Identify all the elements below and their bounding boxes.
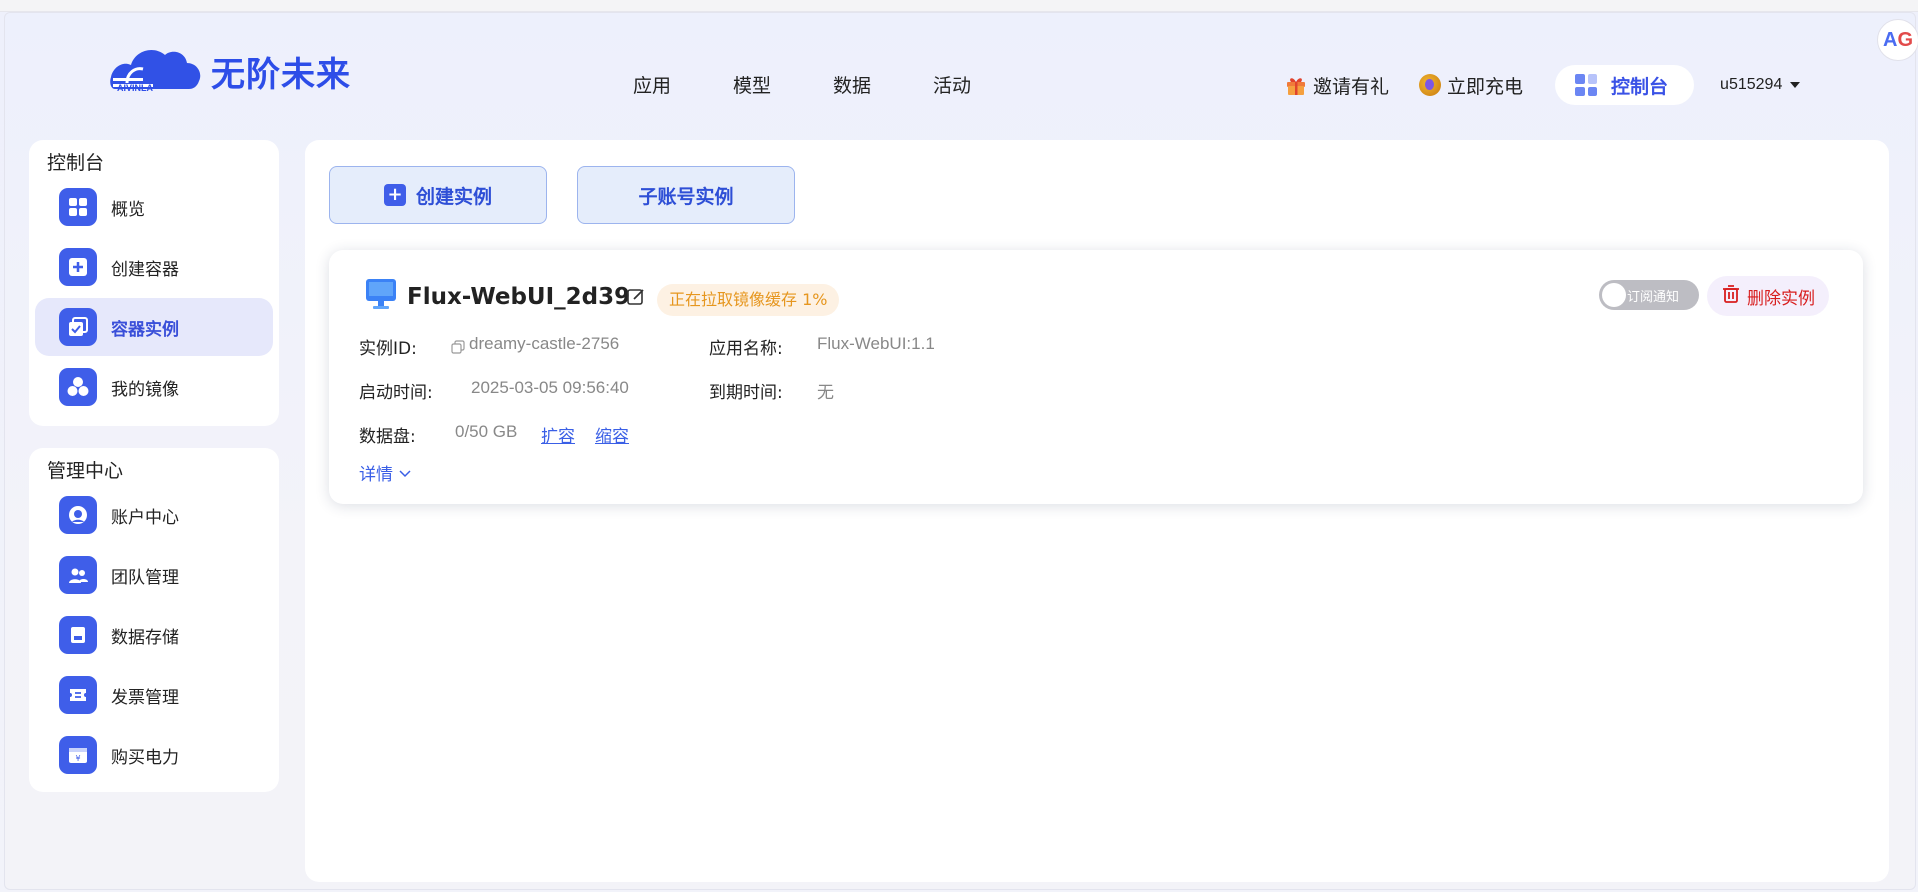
invite-label: 邀请有礼	[1313, 75, 1390, 98]
sidebar-manage-panel: 管理中心 账户中心 团队管理 数据存储 发票管理 ¥ 购买电力	[29, 448, 279, 792]
badge-letter-a: A	[1882, 28, 1898, 51]
status-badge: 正在拉取镜像缓存 1%	[657, 284, 840, 316]
sidebar-item-label: 账户中心	[111, 507, 179, 528]
toggle-knob	[1602, 283, 1626, 307]
gift-icon	[1285, 74, 1307, 96]
user-menu[interactable]: u515294	[1720, 76, 1801, 94]
coin-icon	[1419, 74, 1442, 96]
sidebar-item-label: 我的镜像	[111, 379, 179, 400]
create-instance-label: 创建实例	[415, 185, 492, 208]
top-header: AIVINLA 无阶未来 应用 模型 数据 活动 邀请有礼 立即充电 控制台 u…	[5, 13, 1918, 117]
shrink-link[interactable]: 缩容	[595, 422, 629, 447]
subscribe-notification-toggle[interactable]: 订阅通知	[1599, 280, 1699, 310]
app-name-label: 应用名称:	[709, 339, 783, 359]
sidebar-item-invoice[interactable]: 发票管理	[35, 666, 273, 724]
app-window: AIVINLA 无阶未来 应用 模型 数据 活动 邀请有礼 立即充电 控制台 u…	[4, 12, 1918, 890]
badge-letter-g: G	[1897, 28, 1913, 51]
plus-box-icon	[59, 248, 97, 286]
cloud-logo-icon: AIVINLA	[109, 43, 203, 99]
brand-logo[interactable]: AIVINLA 无阶未来	[109, 39, 351, 103]
data-disk-label: 数据盘:	[359, 427, 416, 447]
expire-time-label: 到期时间:	[709, 383, 783, 403]
console-button[interactable]: 控制台	[1555, 65, 1695, 105]
sidebar-item-label: 创建容器	[111, 259, 179, 280]
details-label: 详情	[359, 465, 393, 485]
details-toggle[interactable]: 详情	[359, 460, 411, 485]
hexagons-icon	[59, 368, 97, 406]
sidebar-item-overview[interactable]: 概览	[35, 178, 273, 236]
recharge-link[interactable]: 立即充电	[1419, 72, 1523, 99]
username: u515294	[1720, 76, 1783, 93]
toggle-label: 订阅通知	[1627, 290, 1680, 305]
nav-data[interactable]: 数据	[833, 71, 871, 98]
start-time-label: 启动时间:	[359, 383, 433, 403]
nav-activities[interactable]: 活动	[933, 71, 971, 98]
sidebar-item-buy-power[interactable]: ¥ 购买电力	[35, 726, 273, 784]
delete-label: 删除实例	[1747, 288, 1815, 309]
sidebar-item-storage[interactable]: 数据存储	[35, 606, 273, 664]
sidebar-item-label: 购买电力	[111, 747, 179, 768]
ag-extension-badge[interactable]: AG	[1877, 19, 1918, 61]
edit-icon[interactable]	[625, 286, 647, 308]
sidebar-item-label: 发票管理	[111, 687, 179, 708]
sidebar-item-my-images[interactable]: 我的镜像	[35, 358, 273, 416]
sidebar-item-team[interactable]: 团队管理	[35, 546, 273, 604]
svg-text:¥: ¥	[75, 754, 80, 763]
start-time-value: 2025-03-05 09:56:40	[471, 378, 629, 397]
sidebar-item-label: 概览	[111, 199, 145, 220]
chevron-down-icon	[399, 463, 411, 483]
brand-name: 无阶未来	[211, 54, 351, 95]
instance-id-label: 实例ID:	[359, 339, 417, 359]
grid-icon	[59, 188, 97, 226]
expand-link[interactable]: 扩容	[541, 422, 575, 447]
instance-name: Flux-WebUI_2d39	[407, 284, 631, 310]
instances-icon	[59, 308, 97, 346]
main-nav: 应用 模型 数据 活动	[633, 71, 971, 98]
team-icon	[59, 556, 97, 594]
app-name-value: Flux-WebUI:1.1	[817, 334, 935, 353]
data-disk-value: 0/50 GB	[455, 422, 518, 441]
sidebar-item-label: 容器实例	[111, 319, 179, 340]
console-label: 控制台	[1611, 75, 1669, 98]
sidebar-section-title: 管理中心	[47, 460, 124, 482]
invite-link[interactable]: 邀请有礼	[1285, 72, 1389, 99]
account-icon	[59, 496, 97, 534]
delete-instance-button[interactable]: 删除实例	[1707, 276, 1829, 316]
sub-account-instances-button[interactable]: 子账号实例	[577, 166, 795, 224]
main-content: + 创建实例 子账号实例 Flux-WebUI_2d39 正在拉取镜像缓存 1%…	[305, 140, 1889, 882]
instance-id-value: dreamy-castle-2756	[469, 334, 620, 353]
recharge-label: 立即充电	[1447, 75, 1524, 98]
sidebar-section-title: 控制台	[47, 152, 105, 174]
storage-icon	[59, 616, 97, 654]
sidebar-console-panel: 控制台 概览 创建容器 容器实例 我的镜像	[29, 140, 279, 426]
monitor-icon	[363, 276, 399, 312]
browser-top-strip	[0, 0, 1918, 12]
caret-down-icon	[1790, 82, 1801, 88]
sidebar-item-create-container[interactable]: 创建容器	[35, 238, 273, 296]
sub-account-label: 子账号实例	[638, 185, 734, 208]
sidebar-item-label: 数据存储	[111, 627, 179, 648]
sidebar-item-container-instances[interactable]: 容器实例	[35, 298, 273, 356]
sidebar-item-account[interactable]: 账户中心	[35, 486, 273, 544]
instance-card: Flux-WebUI_2d39 正在拉取镜像缓存 1% 订阅通知 删除实例 实例…	[329, 250, 1863, 504]
nav-apps[interactable]: 应用	[633, 71, 671, 98]
expire-time-value: 无	[817, 383, 834, 402]
invoice-icon	[59, 676, 97, 714]
brand-sub: AIVINLA	[117, 83, 153, 93]
nav-models[interactable]: 模型	[733, 71, 771, 98]
wallet-icon: ¥	[59, 736, 97, 774]
header-actions: 邀请有礼 立即充电 控制台 u515294	[1285, 65, 1801, 105]
trash-icon	[1721, 284, 1741, 309]
create-instance-button[interactable]: + 创建实例	[329, 166, 547, 224]
sidebar-item-label: 团队管理	[111, 567, 179, 588]
dashboard-icon	[1575, 74, 1598, 96]
plus-icon: +	[383, 184, 406, 206]
copy-icon[interactable]	[451, 339, 465, 354]
